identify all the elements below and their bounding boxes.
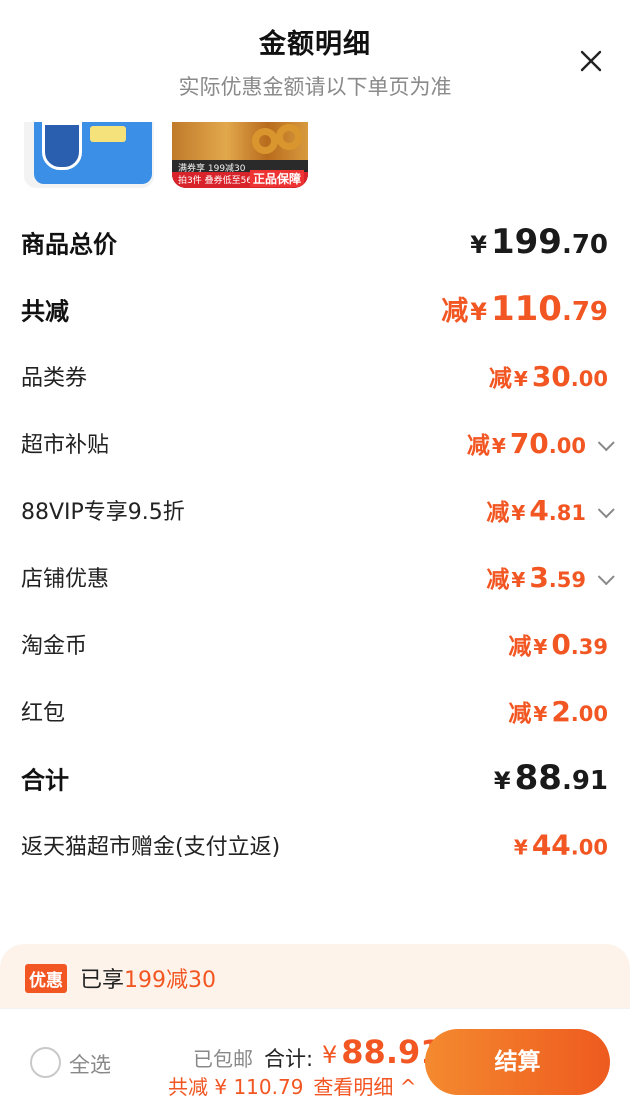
row-amount: ¥199.70 bbox=[470, 221, 608, 262]
sheet-title: 金额明细 bbox=[259, 29, 371, 60]
view-detail-link[interactable]: 查看明细 ^ bbox=[313, 1075, 416, 1099]
row-88vip-discount[interactable]: 88VIP专享9.5折 减 ¥4.81 bbox=[0, 476, 630, 543]
row-label: 品类券 bbox=[21, 365, 88, 391]
product-promo-text: 拍3件 叠券低至56折 bbox=[178, 176, 262, 186]
row-amount: 减 ¥0.39 bbox=[508, 627, 608, 661]
chevron-down-icon[interactable] bbox=[597, 567, 615, 585]
row-amount: 减 ¥110.79 bbox=[441, 288, 608, 329]
row-label: 返天猫超市赠金(支付立返) bbox=[21, 834, 281, 860]
row-store-discount[interactable]: 店铺优惠 减 ¥3.59 bbox=[0, 543, 630, 610]
row-amount: 减 ¥2.00 bbox=[508, 694, 608, 728]
sheet-subtitle: 实际优惠金额请以下单页为准 bbox=[178, 75, 452, 99]
row-amount: 减 ¥3.59 bbox=[486, 560, 615, 594]
row-label: 合计 bbox=[21, 766, 69, 794]
sheet-header: 金额明细 实际优惠金额请以下单页为准 bbox=[0, 22, 630, 101]
select-all-checkbox[interactable] bbox=[30, 1047, 61, 1078]
amount-detail-sheet: 金额明细 实际优惠金额请以下单页为准 满券享 199减30 拍3件 叠券低至56… bbox=[0, 0, 630, 1116]
row-grand-total: 合计 ¥88.91 bbox=[0, 744, 630, 811]
row-label: 淘金币 bbox=[21, 633, 88, 659]
promo-tag: 优惠 bbox=[25, 964, 67, 993]
row-amount: 减 ¥4.81 bbox=[486, 493, 615, 527]
row-subtotal: 商品总价 ¥199.70 bbox=[0, 208, 630, 275]
chevron-down-icon[interactable] bbox=[597, 500, 615, 518]
row-amount: 减 ¥30.00 bbox=[488, 359, 608, 393]
row-red-packet: 红包 减 ¥2.00 bbox=[0, 677, 630, 744]
checkout-button[interactable]: 结算 bbox=[425, 1029, 610, 1095]
product-thumbnail: 满券享 199减30 拍3件 叠券低至56折 正品保障 bbox=[172, 122, 308, 188]
onion-ring-icon bbox=[252, 128, 278, 154]
product-thumbnails: 满券享 199减30 拍3件 叠券低至56折 正品保障 bbox=[24, 122, 624, 188]
row-category-coupon: 品类券 减 ¥30.00 bbox=[0, 342, 630, 409]
row-amount: ¥44.00 bbox=[513, 828, 608, 861]
brand-badge-icon bbox=[90, 126, 126, 142]
row-label: 店铺优惠 bbox=[21, 566, 110, 592]
row-amount: ¥88.91 bbox=[493, 757, 608, 798]
free-shipping-label: 已包邮 bbox=[193, 1047, 253, 1071]
amount-rows: 商品总价 ¥199.70 共减 减 ¥110.79 品类券 减 ¥30.00 超市补… bbox=[0, 208, 630, 878]
chevron-down-icon[interactable] bbox=[597, 433, 615, 451]
row-total-discount: 共减 减 ¥110.79 bbox=[0, 275, 630, 342]
row-cashback: 返天猫超市赠金(支付立返) ¥44.00 bbox=[0, 811, 630, 878]
product-image bbox=[34, 122, 152, 184]
total-saved: 共减 ¥ 110.79 查看明细 ^ bbox=[168, 1075, 417, 1099]
promo-text: 已享199减30 bbox=[80, 968, 217, 993]
mascot-icon bbox=[42, 122, 82, 170]
row-amount: 减 ¥70.00 bbox=[467, 426, 615, 460]
row-label: 共减 bbox=[21, 297, 69, 325]
product-thumbnail bbox=[24, 122, 154, 188]
row-supermarket-subsidy[interactable]: 超市补贴 减 ¥70.00 bbox=[0, 409, 630, 476]
genuine-badge: 正品保障 bbox=[249, 170, 304, 187]
total-label: 合计: bbox=[264, 1047, 314, 1071]
row-label: 超市补贴 bbox=[21, 432, 110, 458]
close-icon[interactable] bbox=[576, 46, 606, 76]
row-taojinbi: 淘金币 减 ¥0.39 bbox=[0, 610, 630, 677]
select-all-label[interactable]: 全选 bbox=[69, 1049, 111, 1079]
onion-ring-icon bbox=[276, 124, 302, 150]
row-label: 88VIP专享9.5折 bbox=[21, 499, 185, 525]
row-label: 红包 bbox=[21, 700, 66, 726]
checkout-bar: 全选 已包邮 合计: ¥88.91 共减 ¥ 110.79 查看明细 ^ 结算 bbox=[0, 1008, 630, 1116]
row-label: 商品总价 bbox=[21, 230, 117, 258]
